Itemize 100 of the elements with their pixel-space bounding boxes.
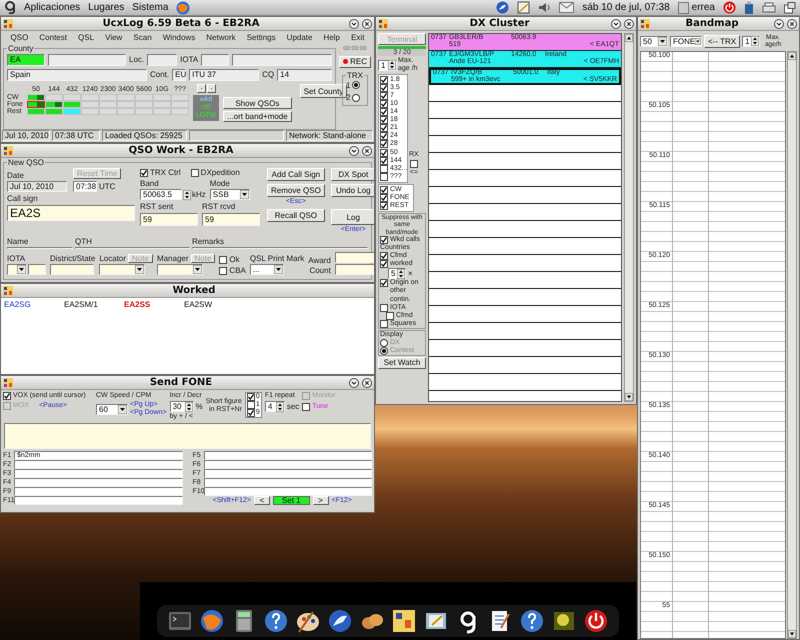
checkbox[interactable]: [302, 403, 310, 412]
dropdown[interactable]: 60: [96, 404, 128, 415]
scrollbar[interactable]: [624, 33, 634, 402]
button[interactable]: Remove QSO: [267, 184, 325, 197]
input-field[interactable]: EA: [7, 54, 45, 66]
input-field[interactable]: [14, 478, 182, 488]
button[interactable]: Log: [330, 209, 374, 226]
checkbox[interactable]: [386, 312, 394, 320]
message-area[interactable]: [4, 423, 371, 450]
window-icon[interactable]: [784, 2, 796, 14]
radio-button[interactable]: [380, 338, 388, 347]
checkbox[interactable]: [190, 168, 199, 177]
input-field[interactable]: [204, 451, 372, 460]
checkbox[interactable]: [380, 148, 388, 157]
minimize-button[interactable]: [611, 18, 621, 28]
button[interactable]: Recall QSO: [267, 209, 325, 222]
checkbox[interactable]: [380, 236, 388, 244]
checkbox[interactable]: [246, 401, 255, 410]
menu-item[interactable]: QSL: [76, 33, 96, 42]
button[interactable]: Add Call Sign: [267, 168, 325, 181]
user-icon[interactable]: [678, 2, 689, 14]
checkbox[interactable]: [380, 320, 388, 328]
checkbox[interactable]: [380, 186, 388, 194]
input-field[interactable]: Spain: [7, 69, 147, 81]
input-field[interactable]: [204, 460, 372, 470]
input-field[interactable]: 59: [140, 212, 198, 226]
input-field[interactable]: [14, 487, 182, 496]
clock[interactable]: sáb 10 de jul, 07:38: [582, 2, 670, 13]
menu-item[interactable]: View: [103, 33, 124, 42]
input-field[interactable]: [147, 54, 178, 66]
input-field[interactable]: [192, 247, 368, 250]
input-field[interactable]: [232, 54, 332, 66]
menu-item[interactable]: Network: [204, 33, 238, 42]
input-field[interactable]: [14, 460, 182, 470]
power-icon[interactable]: [583, 608, 609, 634]
scroll-left-button[interactable]: [196, 84, 206, 93]
menu-item[interactable]: Contest: [37, 33, 69, 42]
close-button[interactable]: [624, 18, 634, 28]
button[interactable]: Set County: [300, 84, 348, 98]
checkbox[interactable]: [380, 84, 388, 92]
input-field[interactable]: [50, 264, 94, 276]
button[interactable]: DX Spot: [330, 168, 374, 181]
input-field[interactable]: 50063.5: [140, 189, 182, 200]
checkbox[interactable]: [219, 266, 228, 275]
mail-icon[interactable]: [559, 2, 574, 13]
radio-button[interactable]: [352, 94, 360, 102]
help-icon[interactable]: [519, 608, 545, 634]
button[interactable]: Set Watch: [378, 356, 426, 369]
checkbox[interactable]: [380, 116, 388, 124]
scroll-down-arrow-icon[interactable]: [788, 630, 796, 638]
speaker-icon[interactable]: [538, 1, 552, 14]
checkbox[interactable]: [3, 392, 11, 400]
button[interactable]: <: [254, 496, 270, 506]
checkbox[interactable]: [380, 108, 388, 116]
checkbox[interactable]: [380, 140, 388, 148]
checkbox[interactable]: [246, 393, 255, 402]
input-field[interactable]: 07:38: [73, 181, 97, 192]
input-field[interactable]: [14, 496, 182, 506]
app-logo-icon[interactable]: [391, 608, 417, 634]
checkbox[interactable]: [380, 260, 388, 268]
input-field[interactable]: 14: [277, 69, 332, 81]
scrollbar[interactable]: [787, 51, 797, 639]
scroll-down-arrow-icon[interactable]: [625, 393, 633, 401]
panel-menu[interactable]: Sistema: [132, 2, 168, 13]
menu-item[interactable]: Windows: [160, 33, 198, 42]
checkbox[interactable]: [380, 304, 388, 312]
minimize-button[interactable]: [349, 18, 359, 28]
disc-icon[interactable]: [327, 608, 353, 634]
checkbox[interactable]: [219, 256, 228, 264]
menu-item[interactable]: Exit: [349, 33, 366, 42]
menu-item[interactable]: Settings: [244, 33, 278, 42]
input-field[interactable]: [204, 478, 372, 488]
checkbox[interactable]: [140, 168, 148, 177]
panel-menu[interactable]: Lugares: [88, 2, 124, 13]
menu-item[interactable]: Scan: [131, 33, 154, 42]
input-field[interactable]: ITU 37: [189, 69, 260, 81]
input-field[interactable]: [48, 54, 126, 66]
close-button[interactable]: [362, 146, 372, 156]
checkbox[interactable]: [380, 124, 388, 132]
input-field[interactable]: [7, 247, 73, 250]
dropdown[interactable]: SSB: [210, 189, 250, 200]
minimize-button[interactable]: [349, 146, 359, 156]
checkbox[interactable]: [380, 100, 388, 108]
printer-icon[interactable]: [762, 2, 776, 14]
minimize-button[interactable]: [774, 18, 784, 28]
input-field[interactable]: Jul 10, 2010: [7, 181, 67, 192]
radio-button[interactable]: [352, 81, 360, 90]
dropdown[interactable]: 50: [640, 36, 668, 46]
input-field[interactable]: [334, 264, 374, 276]
button[interactable]: Show QSOs: [223, 97, 292, 109]
close-button[interactable]: [362, 18, 372, 28]
menu-item[interactable]: Help: [322, 33, 342, 42]
checkbox[interactable]: [380, 76, 388, 84]
close-button[interactable]: [362, 378, 372, 388]
input-field[interactable]: [334, 252, 374, 264]
spin-field[interactable]: 1: [378, 60, 397, 71]
checkbox[interactable]: [380, 132, 388, 140]
button[interactable]: >: [312, 496, 329, 506]
dropdown[interactable]: ...: [250, 264, 284, 276]
user-name[interactable]: errea: [692, 2, 715, 13]
